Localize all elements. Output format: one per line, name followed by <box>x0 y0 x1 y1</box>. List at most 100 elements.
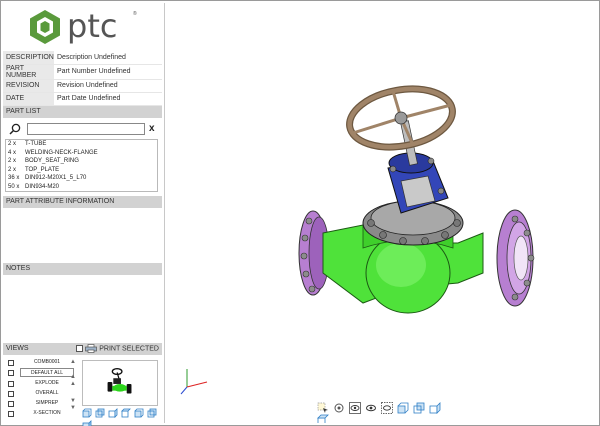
view-bottom-icon[interactable] <box>147 408 157 418</box>
view-side-icon[interactable] <box>429 402 441 414</box>
metadata-row-part-number: PART NUMBER Part Number Undefined <box>3 64 162 80</box>
orient-tool-icon[interactable] <box>333 402 345 414</box>
view-label[interactable]: EXPLODE <box>20 379 74 388</box>
part-quantity: 2 x <box>8 141 17 147</box>
view-item[interactable]: SIMPREP <box>6 399 78 409</box>
scroll-down-icon[interactable]: ▼ <box>69 398 77 405</box>
view-right-icon[interactable] <box>120 408 131 418</box>
metadata-value: Part Number Undefined <box>54 64 162 80</box>
brand-wordmark: ptc <box>67 7 118 45</box>
view-label[interactable]: OVERALL <box>20 389 74 398</box>
view-item[interactable]: X-SECTION <box>6 409 78 419</box>
show-all-icon[interactable] <box>365 402 377 414</box>
view-thumbnail[interactable] <box>82 360 158 406</box>
views-title: VIEWS <box>6 345 29 352</box>
print-selected-checkbox[interactable] <box>76 345 84 352</box>
view-item[interactable]: DEFAULT ALL <box>6 368 78 378</box>
view-item[interactable]: COMB0001 <box>6 358 78 368</box>
printer-icon[interactable] <box>85 344 98 353</box>
view-front-icon[interactable] <box>397 402 409 414</box>
metadata-key: PART NUMBER <box>3 64 54 80</box>
part-list-item[interactable]: 2 x BODY_SEAT_RING <box>6 157 157 166</box>
valve-assembly-model[interactable] <box>283 73 543 333</box>
creo-view-window: ptc ® DESCRIPTION Description Undefined … <box>0 0 600 426</box>
show-hidden-icon[interactable] <box>349 402 361 414</box>
view-iso-icon[interactable] <box>82 420 92 426</box>
view-label[interactable]: SIMPREP <box>20 399 74 408</box>
document-metadata-table: DESCRIPTION Description Undefined PART N… <box>3 51 162 106</box>
select-tool-icon[interactable] <box>317 402 329 414</box>
scroll-bottom-icon[interactable]: ▼ <box>69 405 77 412</box>
print-selected-label: PRINT SELECTED <box>99 345 159 353</box>
views-toolbar <box>82 408 160 426</box>
view-front-icon[interactable] <box>82 408 92 418</box>
view-checkbox[interactable] <box>8 380 14 387</box>
view-label[interactable]: X-SECTION <box>20 409 74 418</box>
scroll-up-icon[interactable]: ▲ <box>69 381 77 388</box>
view-back-icon[interactable] <box>95 408 105 418</box>
view-top-icon[interactable] <box>317 414 329 423</box>
view-label-selected[interactable]: DEFAULT ALL <box>20 368 74 378</box>
clear-search-button[interactable]: x <box>149 122 155 136</box>
axis-triad-icon <box>180 369 208 395</box>
metadata-value: Revision Undefined <box>54 79 162 93</box>
ptc-logo: ptc ® <box>27 7 147 49</box>
metadata-value: Description Undefined <box>54 51 162 65</box>
part-attribute-header: PART ATTRIBUTE INFORMATION <box>3 196 162 208</box>
metadata-key: DESCRIPTION <box>3 51 54 65</box>
part-quantity: 4 x <box>8 149 17 156</box>
part-list-item[interactable]: 2 x T-TUBE <box>6 140 157 149</box>
right-flange <box>496 209 535 307</box>
metadata-key: REVISION <box>3 79 54 93</box>
metadata-value: Part Date Undefined <box>54 92 162 106</box>
print-selected-control[interactable]: PRINT SELECTED <box>76 344 159 354</box>
views-scroll-arrows: ▲ ▲ ▲ ▼ ▼ <box>69 359 77 415</box>
view-checkbox[interactable] <box>8 401 14 408</box>
part-quantity: 36 x <box>8 175 20 182</box>
view-checkbox[interactable] <box>8 411 14 418</box>
metadata-key: DATE <box>3 92 54 106</box>
part-name: DIN934-M20 <box>25 183 60 190</box>
part-list-item[interactable]: 4 x WELDING-NECK-FLANGE <box>6 149 157 158</box>
part-quantity: 50 x <box>8 183 20 190</box>
view-checkbox[interactable] <box>8 360 14 366</box>
views-header: VIEWS PRINT SELECTED <box>3 343 162 355</box>
view-checkbox[interactable] <box>8 370 14 377</box>
view-item[interactable]: OVERALL <box>6 389 78 399</box>
part-list-item[interactable]: 2 x TOP_PLATE <box>6 166 157 175</box>
view-checkbox[interactable] <box>8 390 14 397</box>
part-name: T-TUBE <box>25 141 47 147</box>
views-list: COMB0001 DEFAULT ALL EXPLODE OVERALL SIM… <box>6 358 78 420</box>
left-panel: ptc ® DESCRIPTION Description Undefined … <box>3 3 162 426</box>
view-left-icon[interactable] <box>108 408 118 418</box>
part-quantity: 2 x <box>8 158 17 165</box>
3d-viewport[interactable] <box>164 3 598 423</box>
part-search-input[interactable] <box>27 123 145 135</box>
metadata-row-description: DESCRIPTION Description Undefined <box>3 51 162 65</box>
metadata-row-revision: REVISION Revision Undefined <box>3 79 162 93</box>
view-top-icon[interactable] <box>134 408 144 418</box>
view-label[interactable]: COMB0001 <box>20 358 74 367</box>
part-name: WELDING-NECK-FLANGE <box>25 149 98 156</box>
part-name: DIN912-M20X1_5_L70 <box>25 175 87 182</box>
part-quantity: 2 x <box>8 166 17 173</box>
view-item[interactable]: EXPLODE <box>6 379 78 389</box>
part-list-header: PART LIST <box>3 106 162 118</box>
brand-registered-mark: ® <box>133 11 137 17</box>
scroll-up-icon[interactable]: ▲ <box>69 374 77 381</box>
part-list: 2 x T-TUBE 4 x WELDING-NECK-FLANGE 2 x BODY… <box>5 139 158 192</box>
notes-header: NOTES <box>3 263 162 275</box>
part-name: BODY_SEAT_RING <box>25 158 79 165</box>
part-list-item[interactable]: 50 x DIN934-M20 <box>6 183 157 191</box>
view-back-icon[interactable] <box>413 402 425 414</box>
metadata-row-date: DATE Part Date Undefined <box>3 92 162 106</box>
ptc-logo-icon <box>30 10 60 44</box>
scroll-top-icon[interactable]: ▲ <box>69 359 77 366</box>
zoom-window-icon[interactable] <box>380 402 393 414</box>
search-icon[interactable] <box>9 123 21 135</box>
part-search-bar: x <box>7 122 157 136</box>
handwheel <box>346 85 456 151</box>
viewer-toolbar <box>317 402 457 423</box>
part-list-item[interactable]: 36 x DIN912-M20X1_5_L70 <box>6 174 157 183</box>
part-name: TOP_PLATE <box>25 166 60 173</box>
